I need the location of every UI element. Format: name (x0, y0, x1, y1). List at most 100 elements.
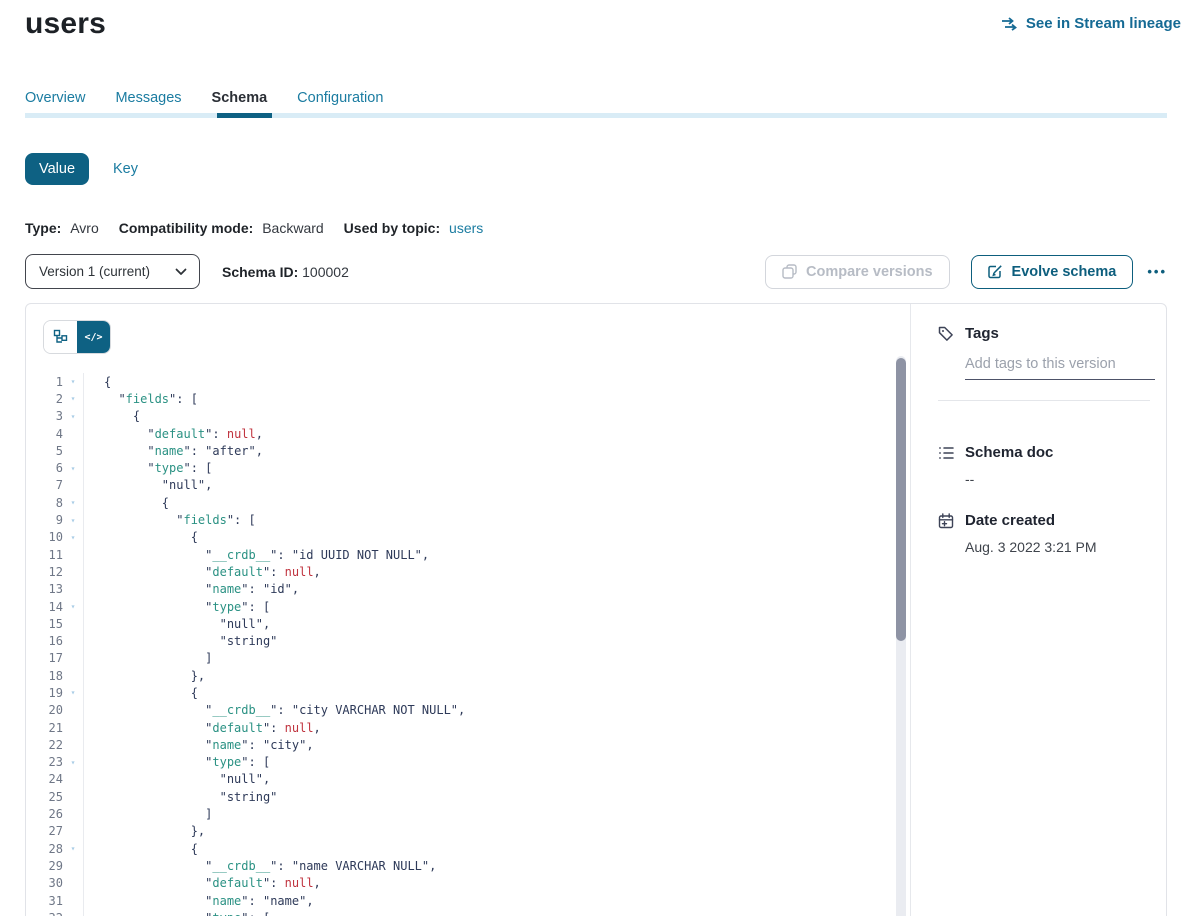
fold-caret-empty (63, 875, 84, 892)
code-line: 19▾{ (26, 684, 892, 701)
line-number: 23 (26, 755, 63, 769)
version-select-value: Version 1 (current) (39, 264, 150, 279)
line-number: 8 (26, 496, 63, 510)
line-number: 2 (26, 392, 63, 406)
code-line: 13"name": "id", (26, 581, 892, 598)
schema-doc-title: Schema doc (965, 444, 1053, 461)
code-view-button[interactable]: </> (77, 321, 110, 353)
schema-page: users See in Stream lineage Overview Mes… (0, 0, 1189, 916)
code-line: 24"null", (26, 771, 892, 788)
fold-caret-icon[interactable]: ▾ (63, 909, 84, 916)
code-text: }, (84, 824, 205, 838)
fold-caret-icon[interactable]: ▾ (63, 840, 84, 857)
version-select[interactable]: Version 1 (current) (25, 254, 200, 289)
line-number: 3 (26, 409, 63, 423)
code-line: 22"name": "city", (26, 736, 892, 753)
line-number: 10 (26, 530, 63, 544)
fold-caret-empty (63, 632, 84, 649)
line-number: 17 (26, 651, 63, 665)
code-text: "string" (84, 634, 277, 648)
code-text: ] (84, 651, 212, 665)
code-text: { (84, 375, 111, 389)
compare-versions-icon (782, 264, 797, 279)
evolve-schema-label: Evolve schema (1012, 264, 1117, 280)
meta-topic-label: Used by topic: (344, 220, 440, 236)
fold-caret-icon[interactable]: ▾ (63, 459, 84, 476)
view-mode-toggle: </> (43, 320, 111, 354)
fold-caret-empty (63, 805, 84, 822)
code-text: "type": [ (84, 911, 270, 916)
version-controls-row: Version 1 (current) Schema ID: 100002 Co… (25, 254, 1167, 289)
stream-lineage-link[interactable]: See in Stream lineage (1001, 15, 1181, 32)
date-created-section-header: Date created (938, 512, 1166, 529)
schema-meta-row: Type: Avro Compatibility mode: Backward … (25, 220, 483, 236)
code-line: 29"__crdb__": "name VARCHAR NULL", (26, 857, 892, 874)
tree-view-button[interactable] (44, 321, 77, 353)
code-line: 28▾{ (26, 840, 892, 857)
schema-id-label: Schema ID: (222, 264, 298, 280)
code-text: "type": [ (84, 600, 270, 614)
code-scrollbar-thumb[interactable] (896, 358, 906, 641)
fold-caret-icon[interactable]: ▾ (63, 408, 84, 425)
code-text: "default": null, (84, 565, 321, 579)
code-line: 11"__crdb__": "id UUID NOT NULL", (26, 546, 892, 563)
tag-icon (938, 326, 954, 342)
code-line: 16"string" (26, 632, 892, 649)
stream-lineage-icon (1001, 17, 1018, 31)
code-line: 21 "default": null, (26, 719, 892, 736)
fold-caret-icon[interactable]: ▾ (63, 684, 84, 701)
code-line: 3▾{ (26, 408, 892, 425)
key-toggle-link[interactable]: Key (113, 161, 138, 177)
meta-topic-link[interactable]: users (449, 220, 483, 236)
schema-detail-panel: </> 1▾{2▾"fields": [3▾{4"default": null,… (25, 303, 1167, 916)
code-text: "null", (84, 478, 212, 492)
code-text: "string" (84, 790, 277, 804)
fold-caret-empty (63, 823, 84, 840)
doc-list-icon (938, 445, 954, 461)
fold-caret-icon[interactable]: ▾ (63, 390, 84, 407)
line-number: 21 (26, 721, 63, 735)
code-line: 5 "name": "after", (26, 442, 892, 459)
value-toggle-button[interactable]: Value (25, 153, 89, 185)
fold-caret-empty (63, 892, 84, 909)
code-text: { (84, 686, 198, 700)
line-number: 9 (26, 513, 63, 527)
add-tags-input[interactable] (965, 356, 1155, 380)
line-number: 11 (26, 548, 63, 562)
code-line: 27}, (26, 823, 892, 840)
code-text: "default": null, (84, 876, 321, 890)
line-number: 7 (26, 478, 63, 492)
tree-view-icon (53, 329, 69, 345)
more-actions-button[interactable]: ••• (1147, 255, 1167, 289)
code-view-icon: </> (84, 332, 102, 343)
tags-title: Tags (965, 325, 999, 342)
fold-caret-empty (63, 667, 84, 684)
fold-caret-empty (63, 719, 84, 736)
fold-caret-icon[interactable]: ▾ (63, 598, 84, 615)
code-line: 10▾{ (26, 529, 892, 546)
fold-caret-icon[interactable]: ▾ (63, 754, 84, 771)
code-scrollbar-track[interactable] (896, 356, 906, 916)
line-number: 22 (26, 738, 63, 752)
line-number: 18 (26, 669, 63, 683)
fold-caret-icon[interactable]: ▾ (63, 511, 84, 528)
sidebar-content: Tags Schema doc -- (911, 304, 1166, 555)
code-text: "name": "after", (84, 444, 263, 458)
compare-versions-button[interactable]: Compare versions (765, 255, 950, 289)
fold-caret-icon[interactable]: ▾ (63, 373, 84, 390)
code-line: 12"default": null, (26, 563, 892, 580)
code-lines: 1▾{2▾"fields": [3▾{4"default": null,5"na… (26, 373, 892, 916)
code-text: "default": null, (84, 721, 321, 735)
fold-caret-empty (63, 736, 84, 753)
code-text: }, (84, 669, 205, 683)
code-line: 32▾"type": [ (26, 909, 892, 916)
line-number: 32 (26, 911, 63, 916)
evolve-schema-button[interactable]: Evolve schema (971, 255, 1134, 289)
fold-caret-icon[interactable]: ▾ (63, 494, 84, 511)
fold-caret-icon[interactable]: ▾ (63, 529, 84, 546)
code-text: "fields": [ (84, 392, 198, 406)
meta-compatibility: Compatibility mode: Backward (119, 220, 324, 236)
active-tab-indicator (217, 113, 272, 118)
line-number: 19 (26, 686, 63, 700)
line-number: 5 (26, 444, 63, 458)
